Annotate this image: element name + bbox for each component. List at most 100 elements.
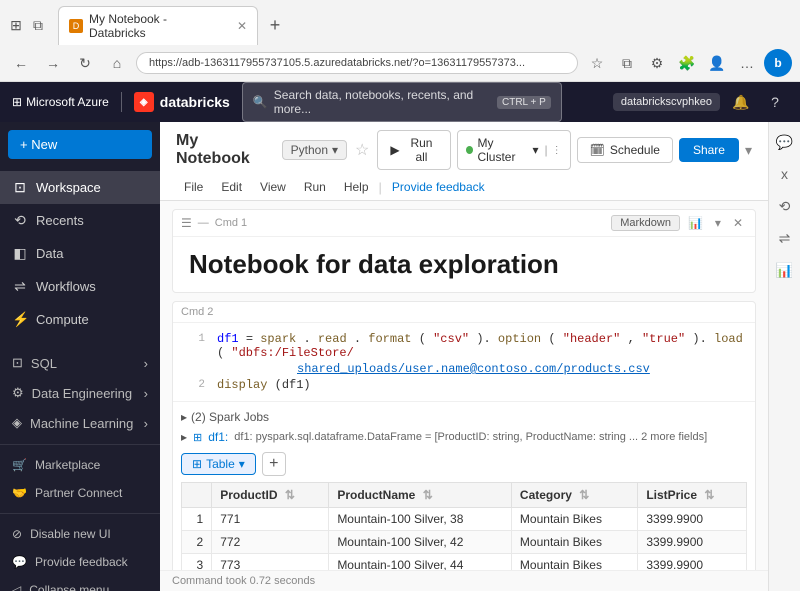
- header-chevron[interactable]: ▾: [745, 142, 752, 159]
- add-visualization-button[interactable]: +: [262, 452, 286, 476]
- ml-chevron: ›: [144, 416, 148, 431]
- right-panel-comments[interactable]: 💬: [773, 130, 797, 154]
- th-productname[interactable]: ProductName ⇅: [329, 483, 512, 508]
- help-icon[interactable]: ?: [762, 89, 788, 115]
- marketplace-icon: 🛒: [12, 458, 27, 472]
- line-num-1: 1: [181, 332, 205, 345]
- row-num-cell: 1: [182, 508, 212, 531]
- forward-button[interactable]: →: [40, 50, 66, 76]
- cell-1-collapse[interactable]: —: [198, 217, 209, 229]
- cluster-status-dot: [466, 146, 473, 154]
- table-view-button[interactable]: ⊞ ProductID Table ▾: [181, 453, 256, 475]
- cell-1-content: Notebook for data exploration: [173, 237, 755, 292]
- edge-button[interactable]: b: [764, 49, 792, 77]
- cell-1-close[interactable]: ✕: [729, 214, 747, 232]
- collections-icon[interactable]: ⧉: [614, 50, 640, 76]
- sidebar-item-marketplace[interactable]: 🛒 Marketplace: [0, 451, 160, 479]
- more-icon[interactable]: …: [734, 50, 760, 76]
- table-chevron: ▾: [239, 457, 245, 471]
- th-listprice[interactable]: ListPrice ⇅: [638, 483, 747, 508]
- schedule-button[interactable]: 🗓 Schedule: [577, 137, 673, 163]
- table-cell: Mountain Bikes: [511, 531, 637, 554]
- sidebar-item-collapse-menu[interactable]: ◁ Collapse menu: [0, 576, 160, 591]
- cell-1: ☰ — Cmd 1 Markdown 📊 ▾ ✕ Notebook for da…: [172, 209, 756, 293]
- right-panel-history[interactable]: ⟲: [773, 194, 797, 218]
- cell-1-sidebar-toggle[interactable]: ☰: [181, 216, 192, 230]
- line-num-cont: [181, 362, 205, 363]
- data-table-container: ProductID ⇅ ProductName ⇅ Ca: [181, 482, 747, 570]
- th-category[interactable]: Category ⇅: [511, 483, 637, 508]
- ms-logo: ⊞: [12, 95, 22, 109]
- sort-category: ⇅: [579, 488, 589, 502]
- new-tab-button[interactable]: +: [262, 13, 288, 39]
- right-panel-variables[interactable]: x: [773, 162, 797, 186]
- sidebar-item-data[interactable]: ◧ Data: [0, 237, 160, 270]
- cell-2-toolbar: Cmd 2: [173, 302, 755, 323]
- sidebar-item-sql[interactable]: ⊡ SQL ›: [0, 348, 160, 378]
- right-panel-diff[interactable]: ⇌: [773, 226, 797, 250]
- workspace-indicator[interactable]: databrickscvphkeo: [613, 93, 720, 111]
- share-button[interactable]: Share: [679, 138, 739, 162]
- menu-help[interactable]: Help: [336, 176, 377, 198]
- table-cell: 3399.9900: [638, 554, 747, 571]
- language-selector[interactable]: Python ▾: [282, 140, 347, 160]
- back-button[interactable]: ←: [8, 50, 34, 76]
- code-line-1: 1 df1 = spark . read . format ( "csv": [173, 331, 755, 361]
- status-bar: Command took 0.72 seconds: [160, 570, 768, 591]
- bell-icon[interactable]: 🔔: [728, 89, 754, 115]
- new-button[interactable]: + New: [8, 130, 152, 159]
- cluster-selector[interactable]: My Cluster ▾ | ⋮: [457, 130, 570, 170]
- sidebar-item-recents[interactable]: ⟲ Recents: [0, 204, 160, 237]
- sidebar-item-compute[interactable]: ⚡ Compute: [0, 303, 160, 336]
- menu-run[interactable]: Run: [296, 176, 334, 198]
- cell-1-settings[interactable]: ▾: [711, 214, 725, 232]
- extensions-icon[interactable]: 🧩: [674, 50, 700, 76]
- sidebar-item-data-engineering[interactable]: ⚙ Data Engineering ›: [0, 378, 160, 408]
- star-icon[interactable]: ☆: [584, 50, 610, 76]
- df-info[interactable]: ▸ ⊞ df1: df1: pyspark.sql.dataframe.Data…: [181, 426, 747, 448]
- sidebar-divider-2: [0, 444, 160, 445]
- sidebar-item-provide-feedback[interactable]: 💬 Provide feedback: [0, 548, 160, 576]
- refresh-button[interactable]: ↻: [72, 50, 98, 76]
- menu-file[interactable]: File: [176, 176, 211, 198]
- url-input[interactable]: https://adb-1363117955737105.5.azuredata…: [136, 52, 578, 74]
- feedback-icon: 💬: [12, 555, 27, 569]
- cluster-options[interactable]: ⋮: [552, 145, 562, 156]
- home-button[interactable]: ⌂: [104, 50, 130, 76]
- table-cell: 772: [212, 531, 329, 554]
- sort-productname: ⇅: [423, 488, 433, 502]
- sidebar-item-workflows[interactable]: ⇌ Workflows: [0, 270, 160, 303]
- search-bar[interactable]: 🔍 Search data, notebooks, recents, and m…: [242, 82, 562, 122]
- row-num-cell: 3: [182, 554, 212, 571]
- row-num-cell: 2: [182, 531, 212, 554]
- active-tab[interactable]: D My Notebook - Databricks ✕: [58, 6, 258, 45]
- spark-jobs[interactable]: ▸ (2) Spark Jobs: [181, 408, 747, 426]
- recents-icon: ⟲: [12, 212, 28, 229]
- profile-icon[interactable]: 👤: [704, 50, 730, 76]
- notebook-header: My Notebook Python ▾ ☆ ▶ Run all My C: [160, 122, 768, 201]
- settings-icon[interactable]: ⚙: [644, 50, 670, 76]
- cell-1-chart[interactable]: 📊: [684, 214, 707, 232]
- sidebar-divider-3: [0, 513, 160, 514]
- sidebar-item-disable-new-ui[interactable]: ⊘ Disable new UI: [0, 520, 160, 548]
- table-cell: Mountain Bikes: [511, 508, 637, 531]
- browser-chrome: ⊞ ⧉ D My Notebook - Databricks ✕ + ← → ↻…: [0, 0, 800, 82]
- star-button[interactable]: ☆: [355, 140, 369, 160]
- cell-1-type[interactable]: Markdown: [611, 215, 680, 231]
- run-all-button[interactable]: ▶ Run all: [377, 130, 451, 170]
- browser-icon-2[interactable]: ⧉: [30, 18, 46, 34]
- browser-icon-1[interactable]: ⊞: [8, 18, 24, 34]
- workspace-icon: ⊡: [12, 179, 28, 196]
- tab-close-button[interactable]: ✕: [237, 19, 247, 33]
- feedback-link[interactable]: Provide feedback: [392, 180, 485, 194]
- sidebar-item-workspace[interactable]: ⊡ Workspace: [0, 171, 160, 204]
- menu-edit[interactable]: Edit: [213, 176, 250, 198]
- right-panel-chart[interactable]: 📊: [773, 258, 797, 282]
- sidebar-item-machine-learning[interactable]: ◈ Machine Learning ›: [0, 408, 160, 438]
- table-cell: Mountain-100 Silver, 38: [329, 508, 512, 531]
- sidebar-item-partner-connect[interactable]: 🤝 Partner Connect: [0, 479, 160, 507]
- table-toolbar: ⊞ ProductID Table ▾ +: [181, 448, 747, 482]
- th-productid[interactable]: ProductID ⇅: [212, 483, 329, 508]
- menu-view[interactable]: View: [252, 176, 294, 198]
- expand-icon-2: ▸: [181, 430, 187, 444]
